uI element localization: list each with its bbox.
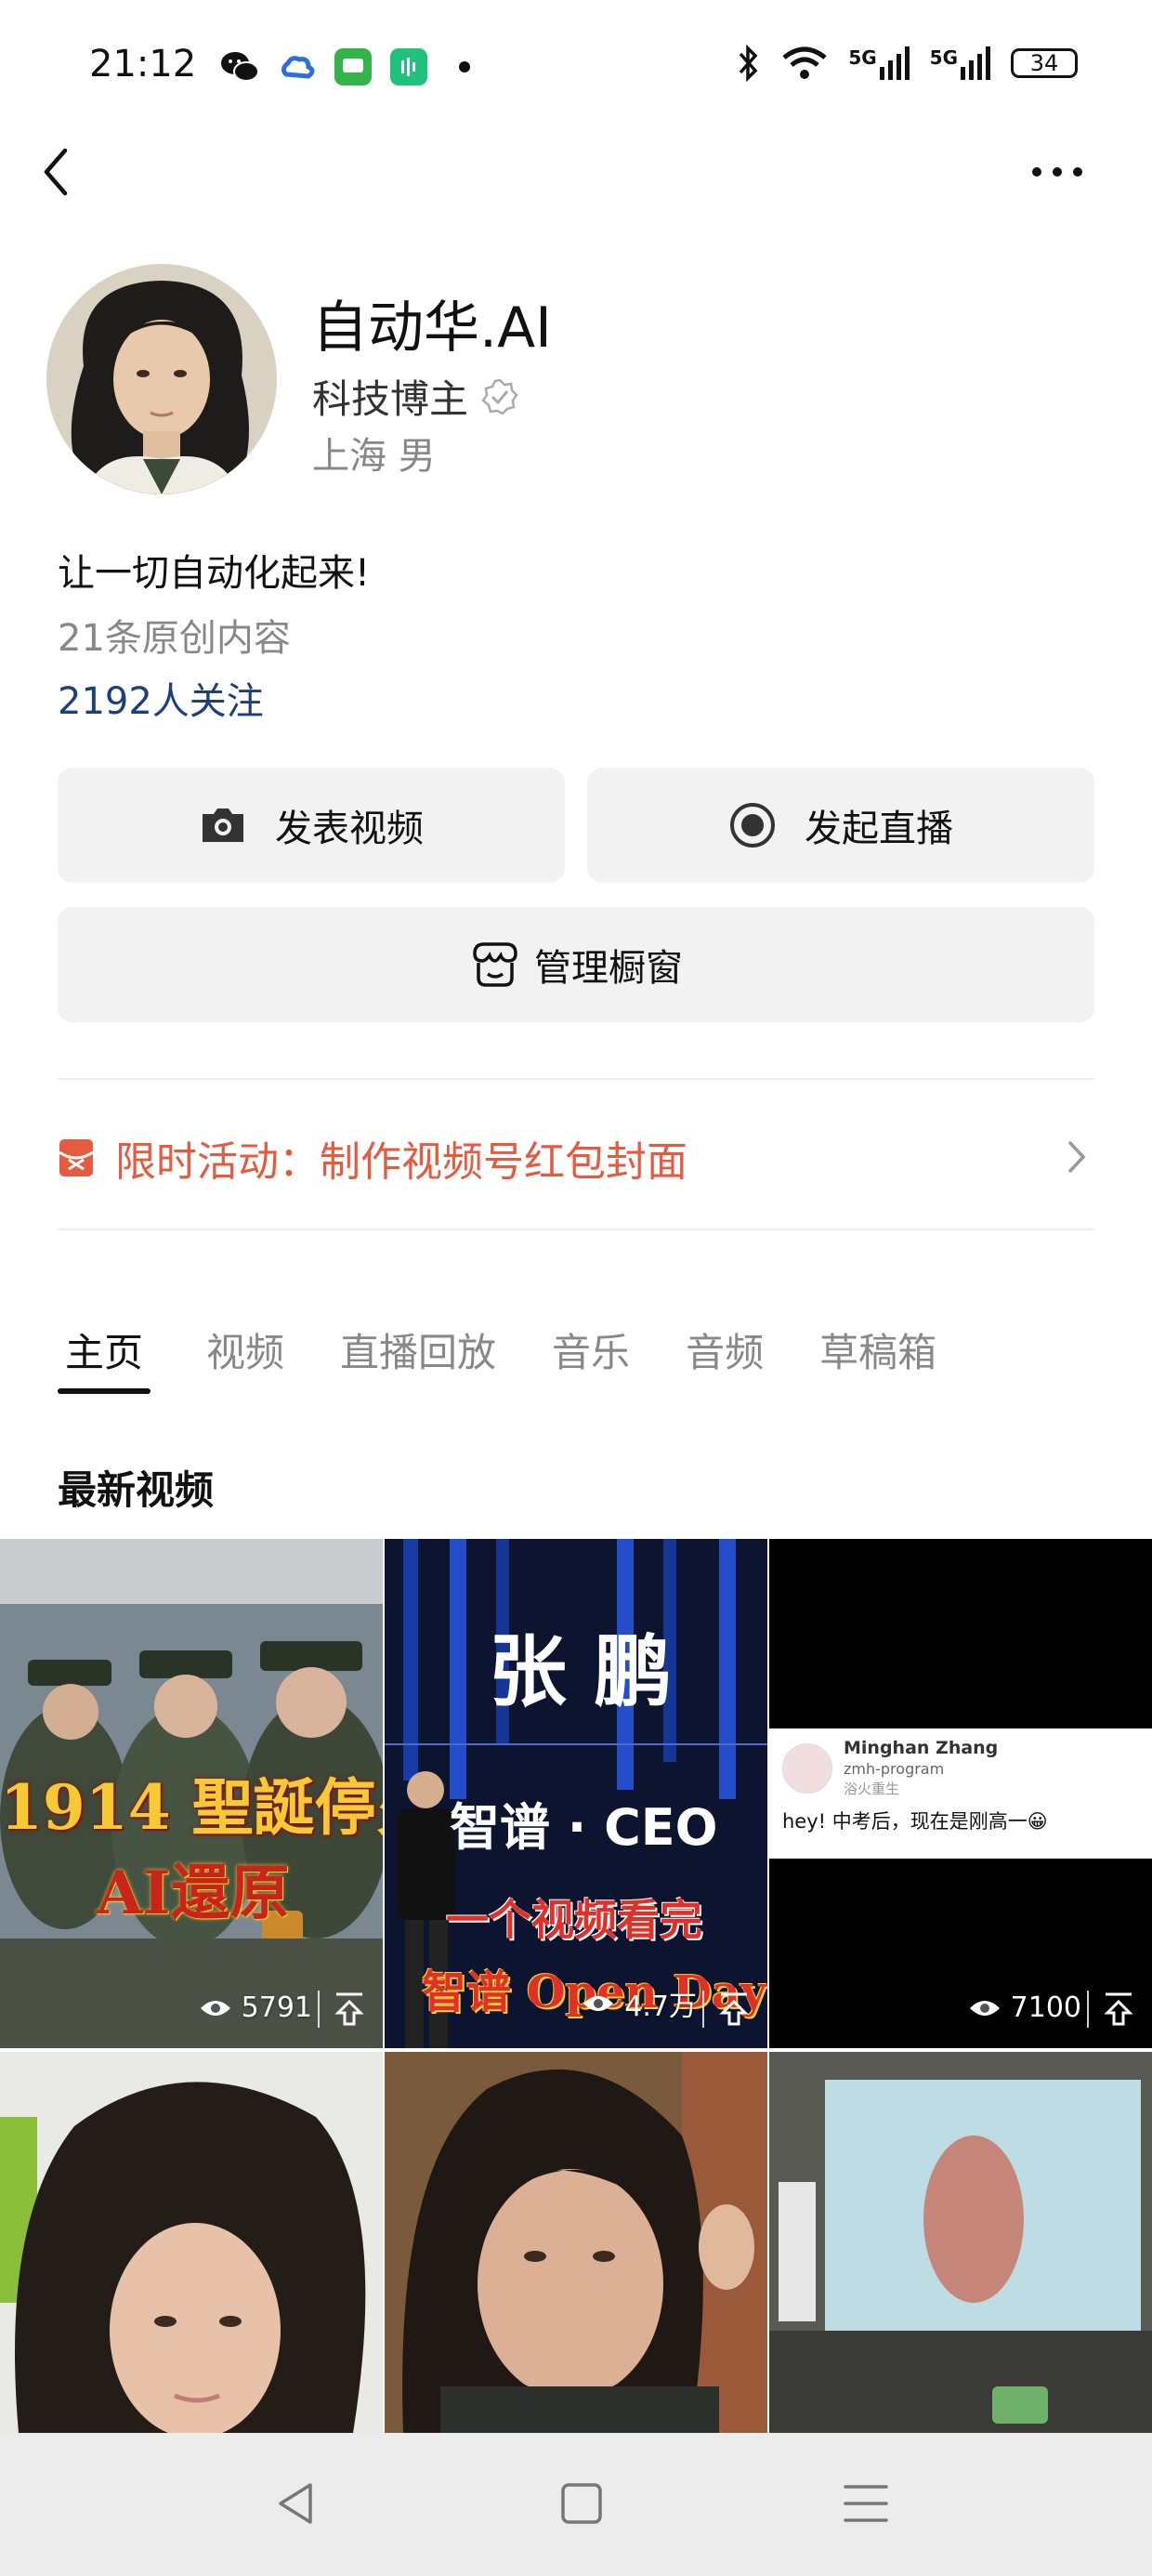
view-count: 4.7万 <box>582 1983 697 2024</box>
projector-image <box>769 2052 1152 2433</box>
nav-recents-icon[interactable] <box>838 2476 894 2531</box>
video-thumbnail[interactable]: 张 鹏 智谱 · CEO 一个视频看完 智谱 Open Day 4.7万 <box>385 1539 767 2048</box>
view-count-value: 5791 <box>241 1991 312 2024</box>
live-record-icon <box>730 803 775 848</box>
back-icon[interactable] <box>35 139 82 204</box>
video-overlay-caption: 一个视频看完 <box>446 1895 702 1945</box>
portrait-image <box>0 2052 383 2433</box>
video-thumbnail[interactable] <box>769 2052 1152 2433</box>
tab-audio[interactable]: 音频 <box>686 1321 764 1394</box>
video-overlay-subtitle: AI還原 <box>97 1859 290 1928</box>
promo-banner[interactable]: 限时活动：制作视频号红包封面 <box>58 1085 1094 1230</box>
pin-top-icon[interactable] <box>318 1991 366 2028</box>
more-options-icon[interactable] <box>1029 158 1085 186</box>
view-count: 5791 <box>199 1991 312 2024</box>
manage-shop-button[interactable]: 管理橱窗 <box>58 907 1094 1022</box>
chat-avatar <box>782 1743 832 1794</box>
chat-subtitle: 浴火重生 <box>844 1781 900 1797</box>
video-overlay-subtitle: 智谱 · CEO <box>450 1798 718 1857</box>
video-thumbnail[interactable]: Minghan Zhang zmh-program 浴火重生 hey! 中考后，… <box>769 1539 1152 2048</box>
nav-home-icon[interactable] <box>554 2476 609 2531</box>
signal-icon <box>961 46 990 80</box>
signal-5g-2: 5G <box>930 46 990 80</box>
signal-icon <box>879 46 910 80</box>
profile-name: 自动华.AI <box>312 296 552 361</box>
view-count-value: 7100 <box>1010 1991 1081 2024</box>
tab-home[interactable]: 主页 <box>58 1321 151 1394</box>
red-envelope-icon <box>59 1139 94 1176</box>
system-icons: 5G 5G 34 <box>737 45 1078 82</box>
profile-tabs: 主页 视频 直播回放 音乐 音频 草稿箱 <box>58 1321 992 1394</box>
video-overlay-title: 1914 聖誕停火 <box>0 1771 383 1844</box>
profile-bio: 让一切自动化起来! <box>58 552 371 595</box>
storefront-icon <box>473 942 517 987</box>
wechat-icon <box>221 52 259 82</box>
battery-icon: 34 <box>1011 48 1078 78</box>
network-label-2: 5G <box>929 46 958 69</box>
chat-handle: zmh-program <box>844 1760 945 1778</box>
promo-text: 限时活动：制作视频号红包封面 <box>115 1138 687 1186</box>
manage-shop-label: 管理橱窗 <box>534 947 683 990</box>
video-thumbnail[interactable] <box>0 2052 383 2433</box>
view-count: 7100 <box>968 1991 1081 2024</box>
chat-message: hey! 中考后，现在是刚高一😀 <box>782 1810 1048 1833</box>
nav-back-icon[interactable] <box>269 2476 325 2531</box>
start-live-button[interactable]: 发起直播 <box>587 768 1094 883</box>
profile-location: 上海 男 <box>312 435 436 478</box>
category-label: 科技博主 <box>312 376 469 422</box>
chat-screenshot: Minghan Zhang zmh-program 浴火重生 hey! 中考后，… <box>769 1728 1152 1859</box>
divider <box>58 1078 1094 1080</box>
video-thumbnail[interactable]: 1914 聖誕停火 AI還原 5791 <box>0 1539 383 2048</box>
avatar[interactable] <box>46 264 277 494</box>
notification-icons <box>219 48 470 85</box>
portrait-image <box>385 2052 767 2433</box>
messages-app-icon <box>334 48 372 85</box>
verified-badge-icon <box>481 378 518 415</box>
chat-name: Minghan Zhang <box>844 1738 999 1758</box>
profile-category: 科技博主 <box>312 368 518 425</box>
wifi-icon <box>782 46 827 79</box>
video-overlay-title: 张 鹏 <box>489 1626 673 1717</box>
tab-live-replay[interactable]: 直播回放 <box>340 1321 496 1394</box>
pin-top-icon[interactable] <box>1087 1991 1135 2028</box>
more-notifications-dot <box>459 61 470 72</box>
status-bar: 21:12 5G 5G 34 <box>0 0 1152 139</box>
start-live-label: 发起直播 <box>805 808 953 850</box>
pin-top-icon[interactable] <box>702 1991 751 2028</box>
video-thumbnail[interactable] <box>385 2052 767 2433</box>
post-video-label: 发表视频 <box>275 808 424 850</box>
tab-videos[interactable]: 视频 <box>206 1321 284 1394</box>
eye-icon <box>583 1996 614 2011</box>
eye-icon <box>969 2000 1000 2016</box>
cloud-app-icon <box>281 56 315 79</box>
battery-level: 34 <box>1029 50 1059 76</box>
camera-icon <box>203 808 243 842</box>
eye-icon <box>200 2000 230 2016</box>
follower-count[interactable]: 2192人关注 <box>58 671 264 725</box>
divider <box>58 1229 1094 1230</box>
tab-drafts[interactable]: 草稿箱 <box>819 1321 936 1394</box>
tab-music[interactable]: 音乐 <box>552 1321 630 1394</box>
chevron-right-icon <box>1068 1141 1086 1173</box>
post-video-button[interactable]: 发表视频 <box>58 768 565 883</box>
system-navigation-bar <box>0 2433 1152 2576</box>
bluetooth-icon <box>740 45 758 82</box>
audio-app-icon <box>390 48 427 85</box>
view-count-value: 4.7万 <box>624 1991 697 2023</box>
original-content-count[interactable]: 21条原创内容 <box>58 608 291 662</box>
status-time: 21:12 <box>89 43 197 85</box>
network-label-1: 5G <box>848 46 877 69</box>
latest-videos-title: 最新视频 <box>58 1467 215 1513</box>
signal-5g-1: 5G <box>848 46 910 80</box>
